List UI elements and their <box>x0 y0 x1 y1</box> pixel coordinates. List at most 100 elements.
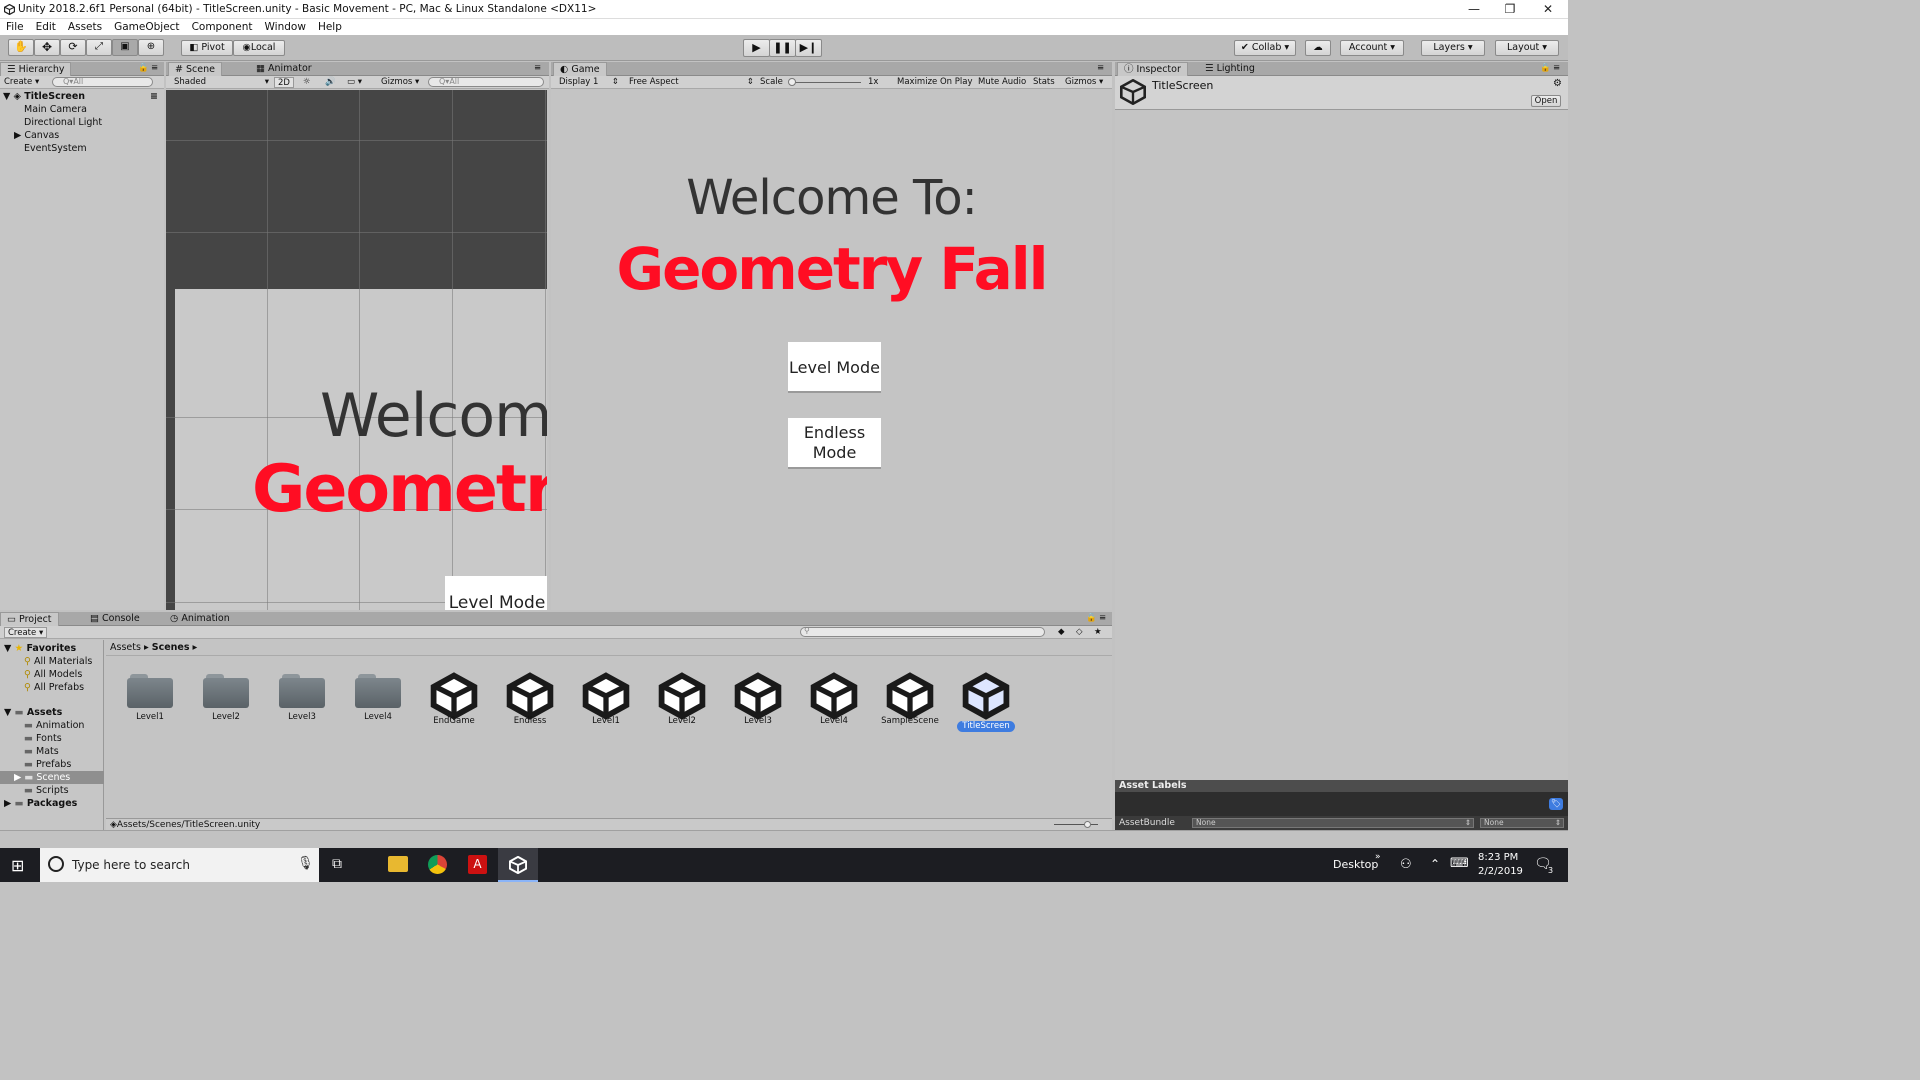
mute-audio-toggle[interactable]: Mute Audio <box>978 77 1026 88</box>
minimize-button[interactable]: — <box>1456 0 1492 19</box>
asset-folder-level3[interactable]: Level3 <box>270 672 334 723</box>
assets-node[interactable]: ▼ ▬ Assets <box>4 706 62 719</box>
menu-gameobject[interactable]: GameObject <box>108 19 185 35</box>
audio-toggle-icon[interactable]: 🔊 <box>325 77 336 88</box>
hierarchy-item-directional-light[interactable]: Directional Light <box>24 116 102 129</box>
rect-tool-button[interactable]: ▣ <box>112 39 138 56</box>
unity-taskbar-button[interactable] <box>498 848 538 882</box>
tab-hierarchy[interactable]: ☰ Hierarchy <box>0 62 72 76</box>
panel-menu-icon[interactable]: ≡ <box>534 63 541 74</box>
maximize-on-play-toggle[interactable]: Maximize On Play <box>897 77 972 88</box>
asset-folder-level2[interactable]: Level2 <box>194 672 258 723</box>
hierarchy-item-main-camera[interactable]: Main Camera <box>24 103 87 116</box>
layout-dropdown[interactable]: Layout ▾ <box>1495 40 1559 56</box>
asset-scene-level3[interactable]: Level3 <box>726 672 790 727</box>
breadcrumb-scenes[interactable]: Scenes <box>152 642 190 653</box>
game-gizmos-dropdown[interactable]: Gizmos ▾ <box>1065 77 1103 88</box>
play-button[interactable]: ▶ <box>743 39 770 57</box>
pause-button[interactable]: ❚❚ <box>769 39 796 57</box>
folder-prefabs[interactable]: ▬ Prefabs <box>24 758 71 771</box>
tab-animator[interactable]: ▦ Animator <box>250 62 318 76</box>
chevron-up-icon[interactable]: ⌃ <box>1430 857 1440 871</box>
close-button[interactable]: ✕ <box>1530 0 1566 19</box>
scale-tool-button[interactable]: ⤢ <box>86 39 112 56</box>
collab-dropdown[interactable]: ✔ Collab ▾ <box>1234 40 1296 56</box>
favorite-all-prefabs[interactable]: ⚲ All Prefabs <box>24 681 84 694</box>
hierarchy-search-input[interactable]: Q▾All <box>52 77 153 87</box>
scene-search-input[interactable]: Q▾All <box>428 77 544 87</box>
asset-scene-level1[interactable]: Level1 <box>574 672 638 727</box>
step-button[interactable]: ▶❙ <box>795 39 822 57</box>
hierarchy-create-button[interactable]: Create ▾ <box>4 77 39 88</box>
favorite-all-models[interactable]: ⚲ All Models <box>24 668 82 681</box>
transform-tool-button[interactable]: ⊕ <box>138 39 164 56</box>
rotate-tool-button[interactable]: ⟳ <box>60 39 86 56</box>
menu-help[interactable]: Help <box>312 19 348 35</box>
scene-viewport[interactable]: Welcome Geometr Level Mode <box>166 90 547 610</box>
menu-edit[interactable]: Edit <box>30 19 62 35</box>
lock-icon[interactable]: 🔒 <box>138 63 149 74</box>
level-mode-button[interactable]: Level Mode <box>788 342 881 393</box>
toggle-2d-button[interactable]: 2D <box>274 77 294 88</box>
hierarchy-item-eventsystem[interactable]: EventSystem <box>24 142 87 155</box>
pivot-toggle[interactable]: ◧ Pivot <box>181 40 233 56</box>
breadcrumb-assets[interactable]: Assets <box>110 642 141 653</box>
lock-icon[interactable]: 🔒 <box>1086 613 1097 624</box>
scene-menu-icon[interactable]: ≡ <box>150 90 158 103</box>
folder-scenes[interactable]: ▶ ▬ Scenes <box>0 771 104 784</box>
aspect-dropdown[interactable]: Free Aspect ⇕ <box>629 77 754 88</box>
asset-scene-titlescreen[interactable]: TitleScreen <box>954 672 1018 732</box>
open-asset-button[interactable]: Open <box>1531 95 1561 107</box>
menu-file[interactable]: File <box>0 19 30 35</box>
favorite-star-icon[interactable]: ★ <box>1094 627 1102 638</box>
scale-slider-thumb[interactable] <box>788 78 796 86</box>
tab-project[interactable]: ▭ Project <box>0 612 59 626</box>
move-tool-button[interactable]: ✥ <box>34 39 60 56</box>
settings-gear-icon[interactable]: ⚙ <box>1553 78 1562 89</box>
panel-menu-icon[interactable]: ≡ <box>1099 613 1106 624</box>
layers-dropdown[interactable]: Layers ▾ <box>1421 40 1485 56</box>
asset-scene-level4[interactable]: Level4 <box>802 672 866 727</box>
scale-slider-track[interactable] <box>789 82 861 83</box>
cloud-button[interactable]: ☁ <box>1305 40 1331 56</box>
icon-size-slider-thumb[interactable] <box>1084 821 1091 828</box>
menu-window[interactable]: Window <box>259 19 312 35</box>
maximize-button[interactable]: ❐ <box>1492 0 1528 19</box>
tab-inspector[interactable]: ⓘ Inspector <box>1117 62 1188 76</box>
collapsed-arrow-icon[interactable]: ▶ <box>14 130 21 141</box>
asset-bundle-dropdown[interactable]: None ⇕ <box>1192 818 1474 828</box>
icon-size-slider[interactable] <box>1054 824 1098 825</box>
task-view-icon[interactable]: ⧉ <box>332 856 342 872</box>
tab-lighting[interactable]: ☰ Lighting <box>1199 62 1261 76</box>
tab-animation[interactable]: ◷ Animation <box>164 612 236 626</box>
lock-icon[interactable]: 🔒 <box>1540 63 1551 74</box>
windows-start-icon[interactable]: ⊞ <box>11 856 24 875</box>
folder-animation[interactable]: ▬ Animation <box>24 719 84 732</box>
shading-dropdown[interactable]: Shaded ▾ <box>174 77 269 88</box>
asset-scene-samplescene[interactable]: SampleScene <box>878 672 942 727</box>
scene-root-row[interactable]: ▼ ◈ TitleScreen ≡ <box>0 90 164 103</box>
folder-fonts[interactable]: ▬ Fonts <box>24 732 62 745</box>
filter-by-label-icon[interactable]: ◇ <box>1076 627 1083 638</box>
game-viewport[interactable]: Welcome To: Geometry Fall Level Mode End… <box>551 90 1112 610</box>
project-create-button[interactable]: Create ▾ <box>4 627 48 638</box>
tab-scene[interactable]: # Scene <box>168 62 222 76</box>
local-toggle[interactable]: ◉Local <box>233 40 285 56</box>
chrome-icon[interactable] <box>428 855 447 874</box>
asset-bundle-variant-dropdown[interactable]: None ⇕ <box>1480 818 1564 828</box>
tab-console[interactable]: ▤ Console <box>84 612 146 626</box>
folder-scripts[interactable]: ▬ Scripts <box>24 784 69 797</box>
taskbar-time[interactable]: 8:23 PM <box>1478 852 1518 863</box>
folder-mats[interactable]: ▬ Mats <box>24 745 59 758</box>
microphone-icon[interactable]: 🎙 <box>297 856 314 871</box>
taskbar-date[interactable]: 2/2/2019 <box>1478 866 1523 877</box>
hierarchy-item-canvas[interactable]: ▶ Canvas <box>14 129 59 142</box>
people-icon[interactable]: ⚇ <box>1400 857 1412 872</box>
asset-scene-endgame[interactable]: EndGame <box>422 672 486 727</box>
asset-folder-level4[interactable]: Level4 <box>346 672 410 723</box>
file-explorer-icon[interactable] <box>388 856 408 872</box>
stats-toggle[interactable]: Stats <box>1033 77 1055 88</box>
asset-scene-endless[interactable]: Endless <box>498 672 562 727</box>
keyboard-icon[interactable]: ⌨ <box>1450 856 1469 871</box>
favorite-all-materials[interactable]: ⚲ All Materials <box>24 655 92 668</box>
